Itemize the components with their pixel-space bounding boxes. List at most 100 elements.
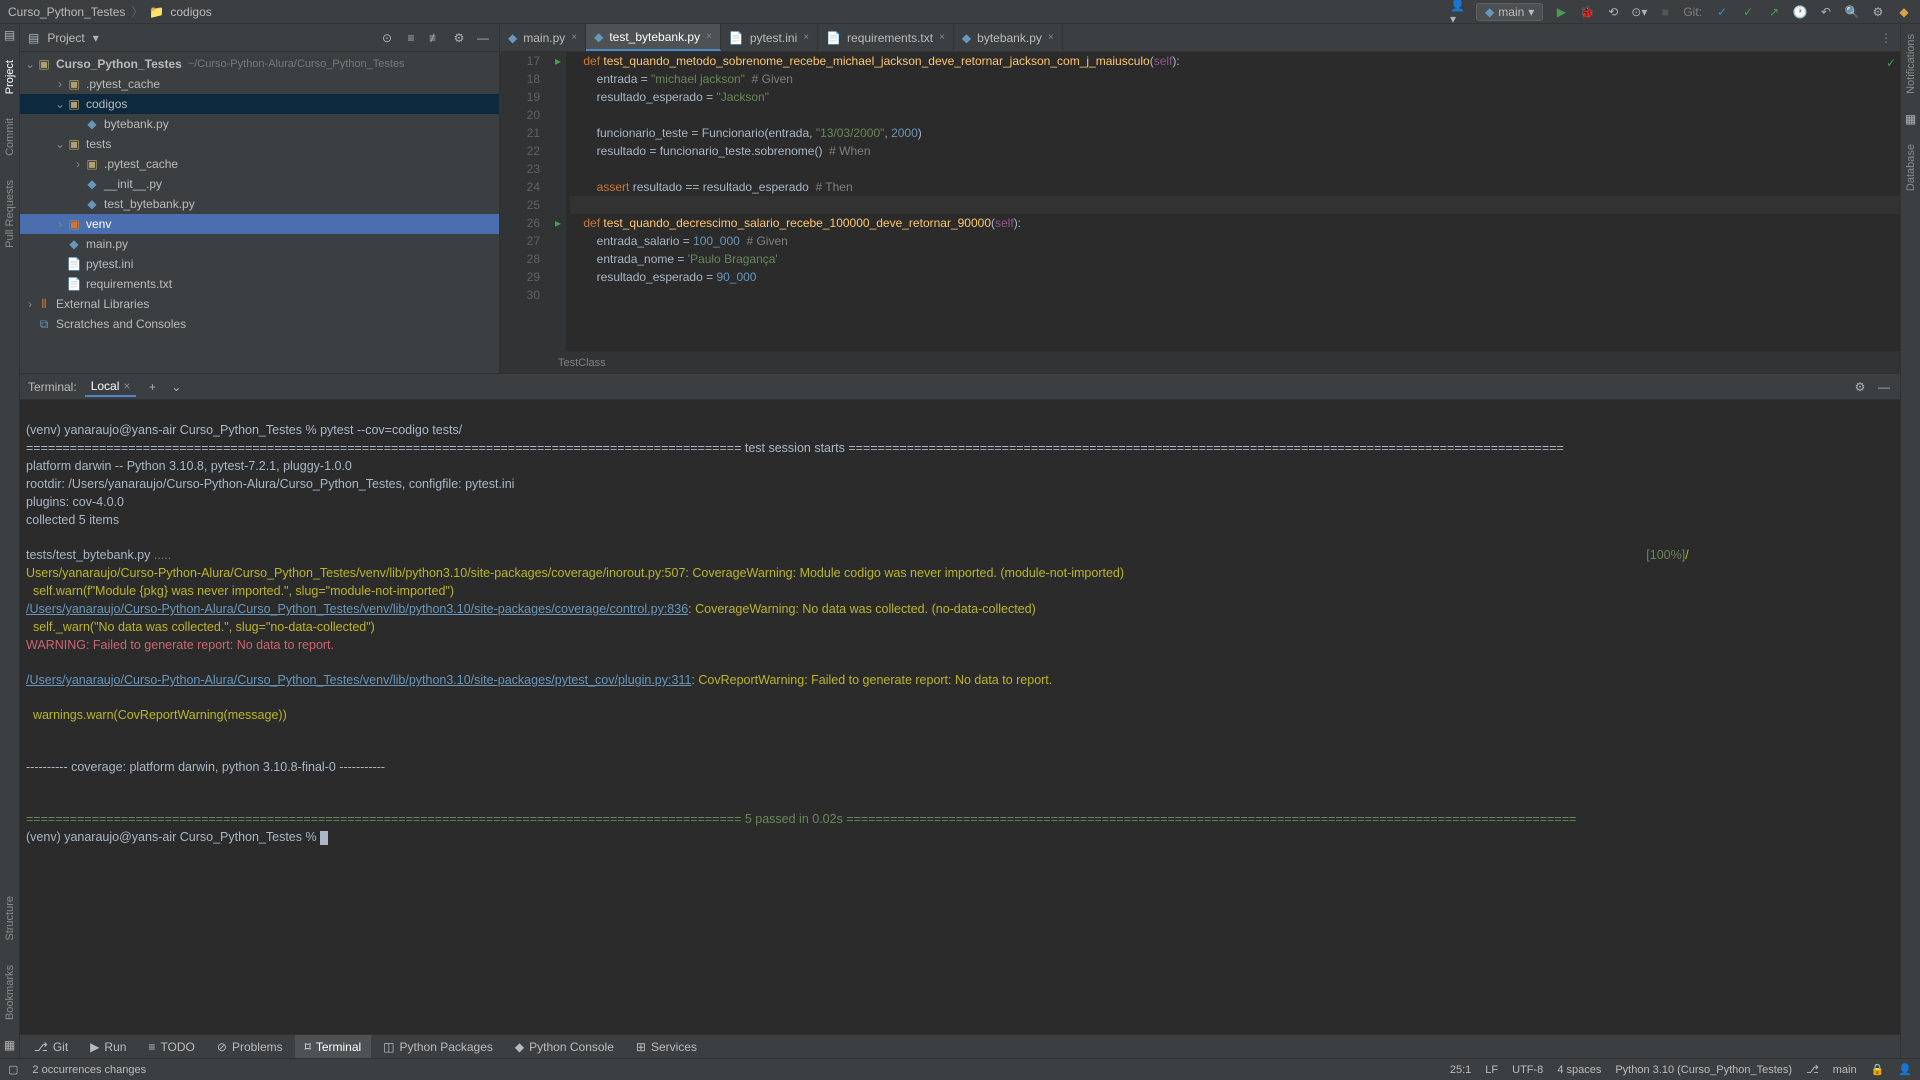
bottom-tab-problems[interactable]: ⊘Problems — [207, 1035, 293, 1058]
editor-tab[interactable]: ◆bytebank.py× — [954, 24, 1063, 51]
tabs-more-icon[interactable]: ⋮ — [1872, 24, 1900, 51]
tree-root[interactable]: ⌄ ▣ Curso_Python_Testes ~/Curso-Python-A… — [20, 54, 499, 74]
git-update-icon[interactable]: ✓ — [1714, 4, 1730, 20]
bottom-tab-run[interactable]: ▶Run — [80, 1035, 136, 1058]
database-icon[interactable]: ▦ — [1905, 112, 1916, 126]
terminal-link[interactable]: /Users/yanaraujo/Curso-Python-Alura/Curs… — [26, 602, 688, 616]
run-coverage-button[interactable]: ⟲ — [1605, 4, 1621, 20]
tree-item[interactable]: 📄requirements.txt — [20, 274, 499, 294]
code-line[interactable]: resultado_esperado = "Jackson" — [570, 88, 1900, 106]
terminal-link[interactable]: /Users/yanaraujo/Curso-Python-Alura/Curs… — [26, 673, 691, 687]
status-encoding[interactable]: UTF-8 — [1512, 1064, 1543, 1076]
close-icon[interactable]: × — [1048, 32, 1054, 43]
tree-scratches[interactable]: ⧉ Scratches and Consoles — [20, 314, 499, 334]
bottom-tab-todo[interactable]: ≡TODO — [138, 1035, 204, 1058]
analysis-ok-icon[interactable]: ✓ — [1886, 56, 1896, 70]
gutter-bookmarks[interactable]: Bookmarks — [4, 959, 16, 1026]
stop-button[interactable]: ■ — [1657, 4, 1673, 20]
editor-tab[interactable]: 📄requirements.txt× — [818, 24, 954, 51]
close-icon[interactable]: × — [571, 32, 577, 43]
bottom-tab-python-console[interactable]: ◆Python Console — [505, 1035, 624, 1058]
editor-tab[interactable]: ◆test_bytebank.py× — [586, 24, 721, 51]
tree-item[interactable]: ◆main.py — [20, 234, 499, 254]
tree-item[interactable]: ›▣.pytest_cache — [20, 154, 499, 174]
breadcrumb-folder[interactable]: codigos — [170, 5, 211, 19]
terminal-body[interactable]: (venv) yanaraujo@yans-air Curso_Python_T… — [20, 400, 1900, 1034]
editor-tab[interactable]: 📄pytest.ini× — [721, 24, 818, 51]
git-push-icon[interactable]: ↗ — [1766, 4, 1782, 20]
breadcrumb-project[interactable]: Curso_Python_Testes — [8, 5, 125, 19]
bottom-tab-services[interactable]: ⊞Services — [626, 1035, 707, 1058]
bottom-tab-terminal[interactable]: ⌑Terminal — [295, 1035, 372, 1058]
code-line[interactable]: resultado = funcionario_teste.sobrenome(… — [570, 142, 1900, 160]
code-line[interactable]: resultado_esperado = 90_000 — [570, 268, 1900, 286]
bottom-tab-python-packages[interactable]: ◫Python Packages — [373, 1035, 503, 1058]
gutter-database[interactable]: Database — [1905, 138, 1917, 197]
gutter-project[interactable]: Project — [4, 54, 16, 100]
close-icon[interactable]: × — [123, 379, 130, 393]
terminal-settings-icon[interactable]: ⚙ — [1852, 379, 1868, 395]
chevron-down-icon[interactable]: ▾ — [93, 31, 99, 45]
git-commit-icon[interactable]: ✓ — [1740, 4, 1756, 20]
rollback-icon[interactable]: ↶ — [1818, 4, 1834, 20]
tree-external-libs[interactable]: › ⫴ External Libraries — [20, 294, 499, 314]
terminal-hide-icon[interactable]: — — [1876, 379, 1892, 395]
project-tool-icon[interactable]: ▤ — [4, 28, 15, 42]
settings-icon[interactable]: ⚙ — [1870, 4, 1886, 20]
gutter-structure[interactable]: Structure — [4, 890, 16, 947]
editor-body[interactable]: ✓ 1718192021222324252627282930 ▸▸ def te… — [500, 52, 1900, 351]
status-eol[interactable]: LF — [1485, 1064, 1498, 1076]
tree-item[interactable]: ›▣.pytest_cache — [20, 74, 499, 94]
close-icon[interactable]: × — [939, 32, 945, 43]
project-tree[interactable]: ⌄ ▣ Curso_Python_Testes ~/Curso-Python-A… — [20, 52, 499, 373]
code-line[interactable]: assert resultado == resultado_esperado #… — [570, 178, 1900, 196]
code-line[interactable] — [570, 106, 1900, 124]
run-config-select[interactable]: ◆ main ▾ — [1476, 3, 1543, 21]
bottom-tab-git[interactable]: ⎇Git — [24, 1035, 78, 1058]
close-icon[interactable]: × — [803, 32, 809, 43]
history-icon[interactable]: 🕐 — [1792, 4, 1808, 20]
gutter-commit[interactable]: Commit — [4, 112, 16, 162]
editor-tab[interactable]: ◆main.py× — [500, 24, 586, 51]
gutter-pull-requests[interactable]: Pull Requests — [4, 174, 16, 254]
gutter-notifications[interactable]: Notifications — [1905, 28, 1917, 100]
code-line[interactable]: funcionario_teste = Funcionario(entrada,… — [570, 124, 1900, 142]
tree-item[interactable]: ◆__init__.py — [20, 174, 499, 194]
status-position[interactable]: 25:1 — [1450, 1064, 1471, 1076]
terminal-tab-local[interactable]: Local × — [85, 377, 137, 397]
status-indent[interactable]: 4 spaces — [1557, 1064, 1601, 1076]
code-line[interactable] — [570, 286, 1900, 304]
status-interpreter[interactable]: Python 3.10 (Curso_Python_Testes) — [1615, 1064, 1792, 1076]
user-icon[interactable]: 👤▾ — [1450, 4, 1466, 20]
tree-item[interactable]: ⌄▣codigos — [20, 94, 499, 114]
run-button[interactable]: ▶ — [1553, 4, 1569, 20]
collapse-icon[interactable]: ≢ — [427, 30, 443, 46]
build-icon[interactable]: ▦ — [4, 1038, 15, 1052]
tree-item[interactable]: 📄pytest.ini — [20, 254, 499, 274]
debug-button[interactable]: 🐞 — [1579, 4, 1595, 20]
expand-icon[interactable]: ≡ — [403, 30, 419, 46]
status-branch[interactable]: main — [1833, 1064, 1857, 1076]
close-icon[interactable]: × — [706, 31, 712, 42]
code-line[interactable]: def test_quando_metodo_sobrenome_recebe_… — [570, 52, 1900, 70]
hide-icon[interactable]: — — [475, 30, 491, 46]
tree-item[interactable]: ◆bytebank.py — [20, 114, 499, 134]
tree-item[interactable]: ◆test_bytebank.py — [20, 194, 499, 214]
code-line[interactable] — [570, 160, 1900, 178]
tree-item[interactable]: ⌄▣tests — [20, 134, 499, 154]
add-terminal-button[interactable]: + — [144, 379, 160, 395]
lock-icon[interactable]: 🔒 — [1871, 1063, 1885, 1076]
code-line[interactable]: entrada_nome = 'Paulo Bragança' — [570, 250, 1900, 268]
code-line[interactable] — [570, 196, 1900, 214]
code-line[interactable]: def test_quando_decrescimo_salario_receb… — [570, 214, 1900, 232]
editor-breadcrumb[interactable]: TestClass — [500, 351, 1900, 373]
status-tool-icon[interactable]: ▢ — [8, 1063, 18, 1076]
locate-icon[interactable]: ⊙ — [379, 30, 395, 46]
tree-item[interactable]: ›▣venv — [20, 214, 499, 234]
search-icon[interactable]: 🔍 — [1844, 4, 1860, 20]
code-line[interactable]: entrada_salario = 100_000 # Given — [570, 232, 1900, 250]
code-line[interactable]: entrada = "michael jackson" # Given — [570, 70, 1900, 88]
terminal-dropdown-icon[interactable]: ⌄ — [168, 379, 184, 395]
gear-icon[interactable]: ⚙ — [451, 30, 467, 46]
profile-button[interactable]: ⊙▾ — [1631, 4, 1647, 20]
